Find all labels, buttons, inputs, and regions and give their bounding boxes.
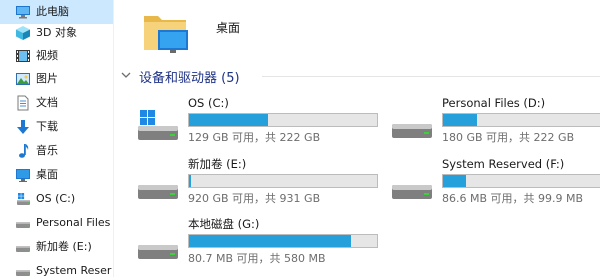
desktop-icon <box>16 169 30 182</box>
drive-icon <box>16 222 30 228</box>
nav-item-3d-objects[interactable]: 3D 对象 <box>0 21 113 45</box>
drive-icon <box>392 124 432 138</box>
windows-drive-icon <box>138 110 178 140</box>
nav-item-drive-c[interactable]: OS (C:) <box>0 187 113 211</box>
nav-item-label: 图片 <box>36 72 58 85</box>
nav-item-label: 音乐 <box>36 144 58 157</box>
drive-icon <box>16 246 30 252</box>
drive-usage-fill <box>443 175 467 187</box>
drive-free-space: 86.6 MB 可用，共 99.9 MB <box>442 192 584 205</box>
drive-usage-fill <box>189 235 351 247</box>
group-divider <box>262 76 600 77</box>
drive-name: 本地磁盘 (G:) <box>188 217 260 231</box>
nav-item-label: System Reser <box>36 264 112 277</box>
chevron-down-icon <box>121 72 131 78</box>
music-icon <box>19 144 29 158</box>
cube-3d-icon <box>16 26 30 40</box>
desktop-folder-icon <box>144 16 188 53</box>
drive-free-space: 920 GB 可用，共 931 GB <box>188 192 321 205</box>
nav-item-label: OS (C:) <box>36 192 76 205</box>
nav-item-drive-e[interactable]: 新加卷 (E:) <box>0 235 113 259</box>
video-icon <box>16 50 30 62</box>
drive-tile-f[interactable]: System Reserved (F:) 86.6 MB 可用，共 99.9 M… <box>390 157 600 215</box>
nav-item-label: 新加卷 (E:) <box>36 240 92 253</box>
group-title: 设备和驱动器 (5) <box>139 71 240 86</box>
nav-item-drive-d[interactable]: Personal Files <box>0 211 113 235</box>
nav-item-label: Personal Files <box>36 216 111 229</box>
drive-usage-bar <box>442 113 600 127</box>
desktop-folder-tile[interactable]: 桌面 <box>142 8 282 58</box>
nav-item-desktop[interactable]: 桌面 <box>0 163 113 187</box>
nav-item-label: 下载 <box>36 120 58 133</box>
nav-item-documents[interactable]: 文档 <box>0 91 113 115</box>
download-icon <box>17 120 29 134</box>
nav-item-label: 此电脑 <box>36 5 69 18</box>
drive-icon <box>138 185 178 199</box>
drive-name: Personal Files (D:) <box>442 96 546 110</box>
desktop-folder-label: 桌面 <box>216 21 241 35</box>
nav-item-label: 桌面 <box>36 168 58 181</box>
drive-usage-fill <box>189 114 268 126</box>
drive-usage-bar <box>188 234 378 248</box>
drive-usage-bar <box>442 174 600 188</box>
drive-tile-c[interactable]: OS (C:) 129 GB 可用，共 222 GB <box>136 96 386 154</box>
drive-icon <box>392 185 432 199</box>
pictures-icon <box>16 73 30 85</box>
computer-icon <box>16 6 30 19</box>
drive-usage-bar <box>188 113 378 127</box>
document-icon <box>17 95 29 111</box>
drive-name: 新加卷 (E:) <box>188 157 247 171</box>
nav-item-downloads[interactable]: 下载 <box>0 115 113 139</box>
drive-name: OS (C:) <box>188 96 229 110</box>
navigation-pane: 此电脑 3D 对象 视频 图片 文档 下载 音乐 桌面 OS (C:) Pers… <box>0 0 113 277</box>
content-pane: 桌面 设备和驱动器 (5) OS (C:) 129 GB 可用，共 222 GB… <box>114 0 600 277</box>
drive-tile-g[interactable]: 本地磁盘 (G:) 80.7 MB 可用，共 580 MB <box>136 217 386 275</box>
nav-item-music[interactable]: 音乐 <box>0 139 113 163</box>
nav-item-label: 视频 <box>36 49 58 62</box>
drive-tile-e[interactable]: 新加卷 (E:) 920 GB 可用，共 931 GB <box>136 157 386 215</box>
drive-icon <box>16 270 30 276</box>
drive-tile-d[interactable]: Personal Files (D:) 180 GB 可用，共 222 GB <box>390 96 600 154</box>
devices-group-header[interactable]: 设备和驱动器 (5) <box>120 66 600 86</box>
drive-free-space: 80.7 MB 可用，共 580 MB <box>188 252 326 265</box>
drive-free-space: 129 GB 可用，共 222 GB <box>188 131 321 144</box>
nav-item-drive-f[interactable]: System Reser <box>0 259 113 277</box>
nav-item-pictures[interactable]: 图片 <box>0 67 113 91</box>
drive-usage-fill <box>189 175 192 187</box>
windows-drive-icon <box>17 193 30 205</box>
nav-item-label: 3D 对象 <box>36 26 77 39</box>
nav-item-label: 文档 <box>36 96 58 109</box>
drive-name: System Reserved (F:) <box>442 157 565 171</box>
drive-usage-fill <box>443 114 477 126</box>
drive-icon <box>138 245 178 259</box>
nav-item-videos[interactable]: 视频 <box>0 44 113 68</box>
drive-free-space: 180 GB 可用，共 222 GB <box>442 131 575 144</box>
drive-usage-bar <box>188 174 378 188</box>
